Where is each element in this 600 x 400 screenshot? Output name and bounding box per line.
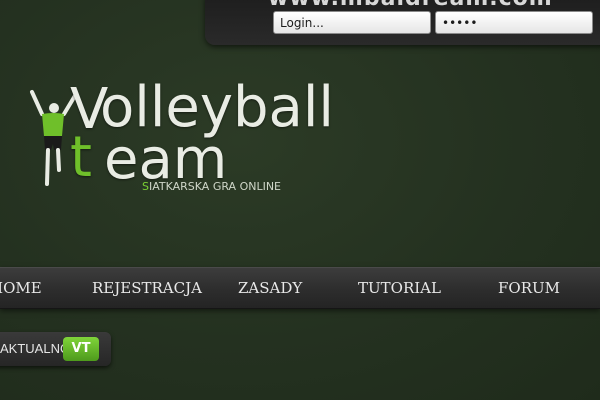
site-url: www.mbaidream.com — [268, 0, 553, 11]
news-tab[interactable]: AKTUALNOŚCI VT — [0, 332, 111, 366]
nav-item-forum[interactable]: FORUM — [498, 268, 560, 308]
nav-item-rejestracja[interactable]: REJESTRACJA — [92, 268, 202, 308]
site-logo[interactable]: V olleyball t eam SIATKARSKA GRA ONLINE — [24, 80, 344, 196]
nav-item-home[interactable]: HOME — [0, 268, 42, 308]
nav-item-tutorial[interactable]: TUTORIAL — [358, 268, 441, 308]
password-input[interactable] — [435, 11, 593, 34]
logo-tagline: SIATKARSKA GRA ONLINE — [142, 180, 282, 193]
nav-item-zasady[interactable]: ZASADY — [238, 268, 302, 308]
news-badge: VT — [63, 337, 99, 361]
page: www.mbaidream.com V olleyball t eam SIAT… — [0, 0, 600, 400]
login-input[interactable] — [273, 11, 431, 34]
main-nav: HOME REJESTRACJA ZASADY TUTORIAL FORUM — [0, 267, 600, 309]
logo-letter-t: t — [70, 125, 92, 190]
